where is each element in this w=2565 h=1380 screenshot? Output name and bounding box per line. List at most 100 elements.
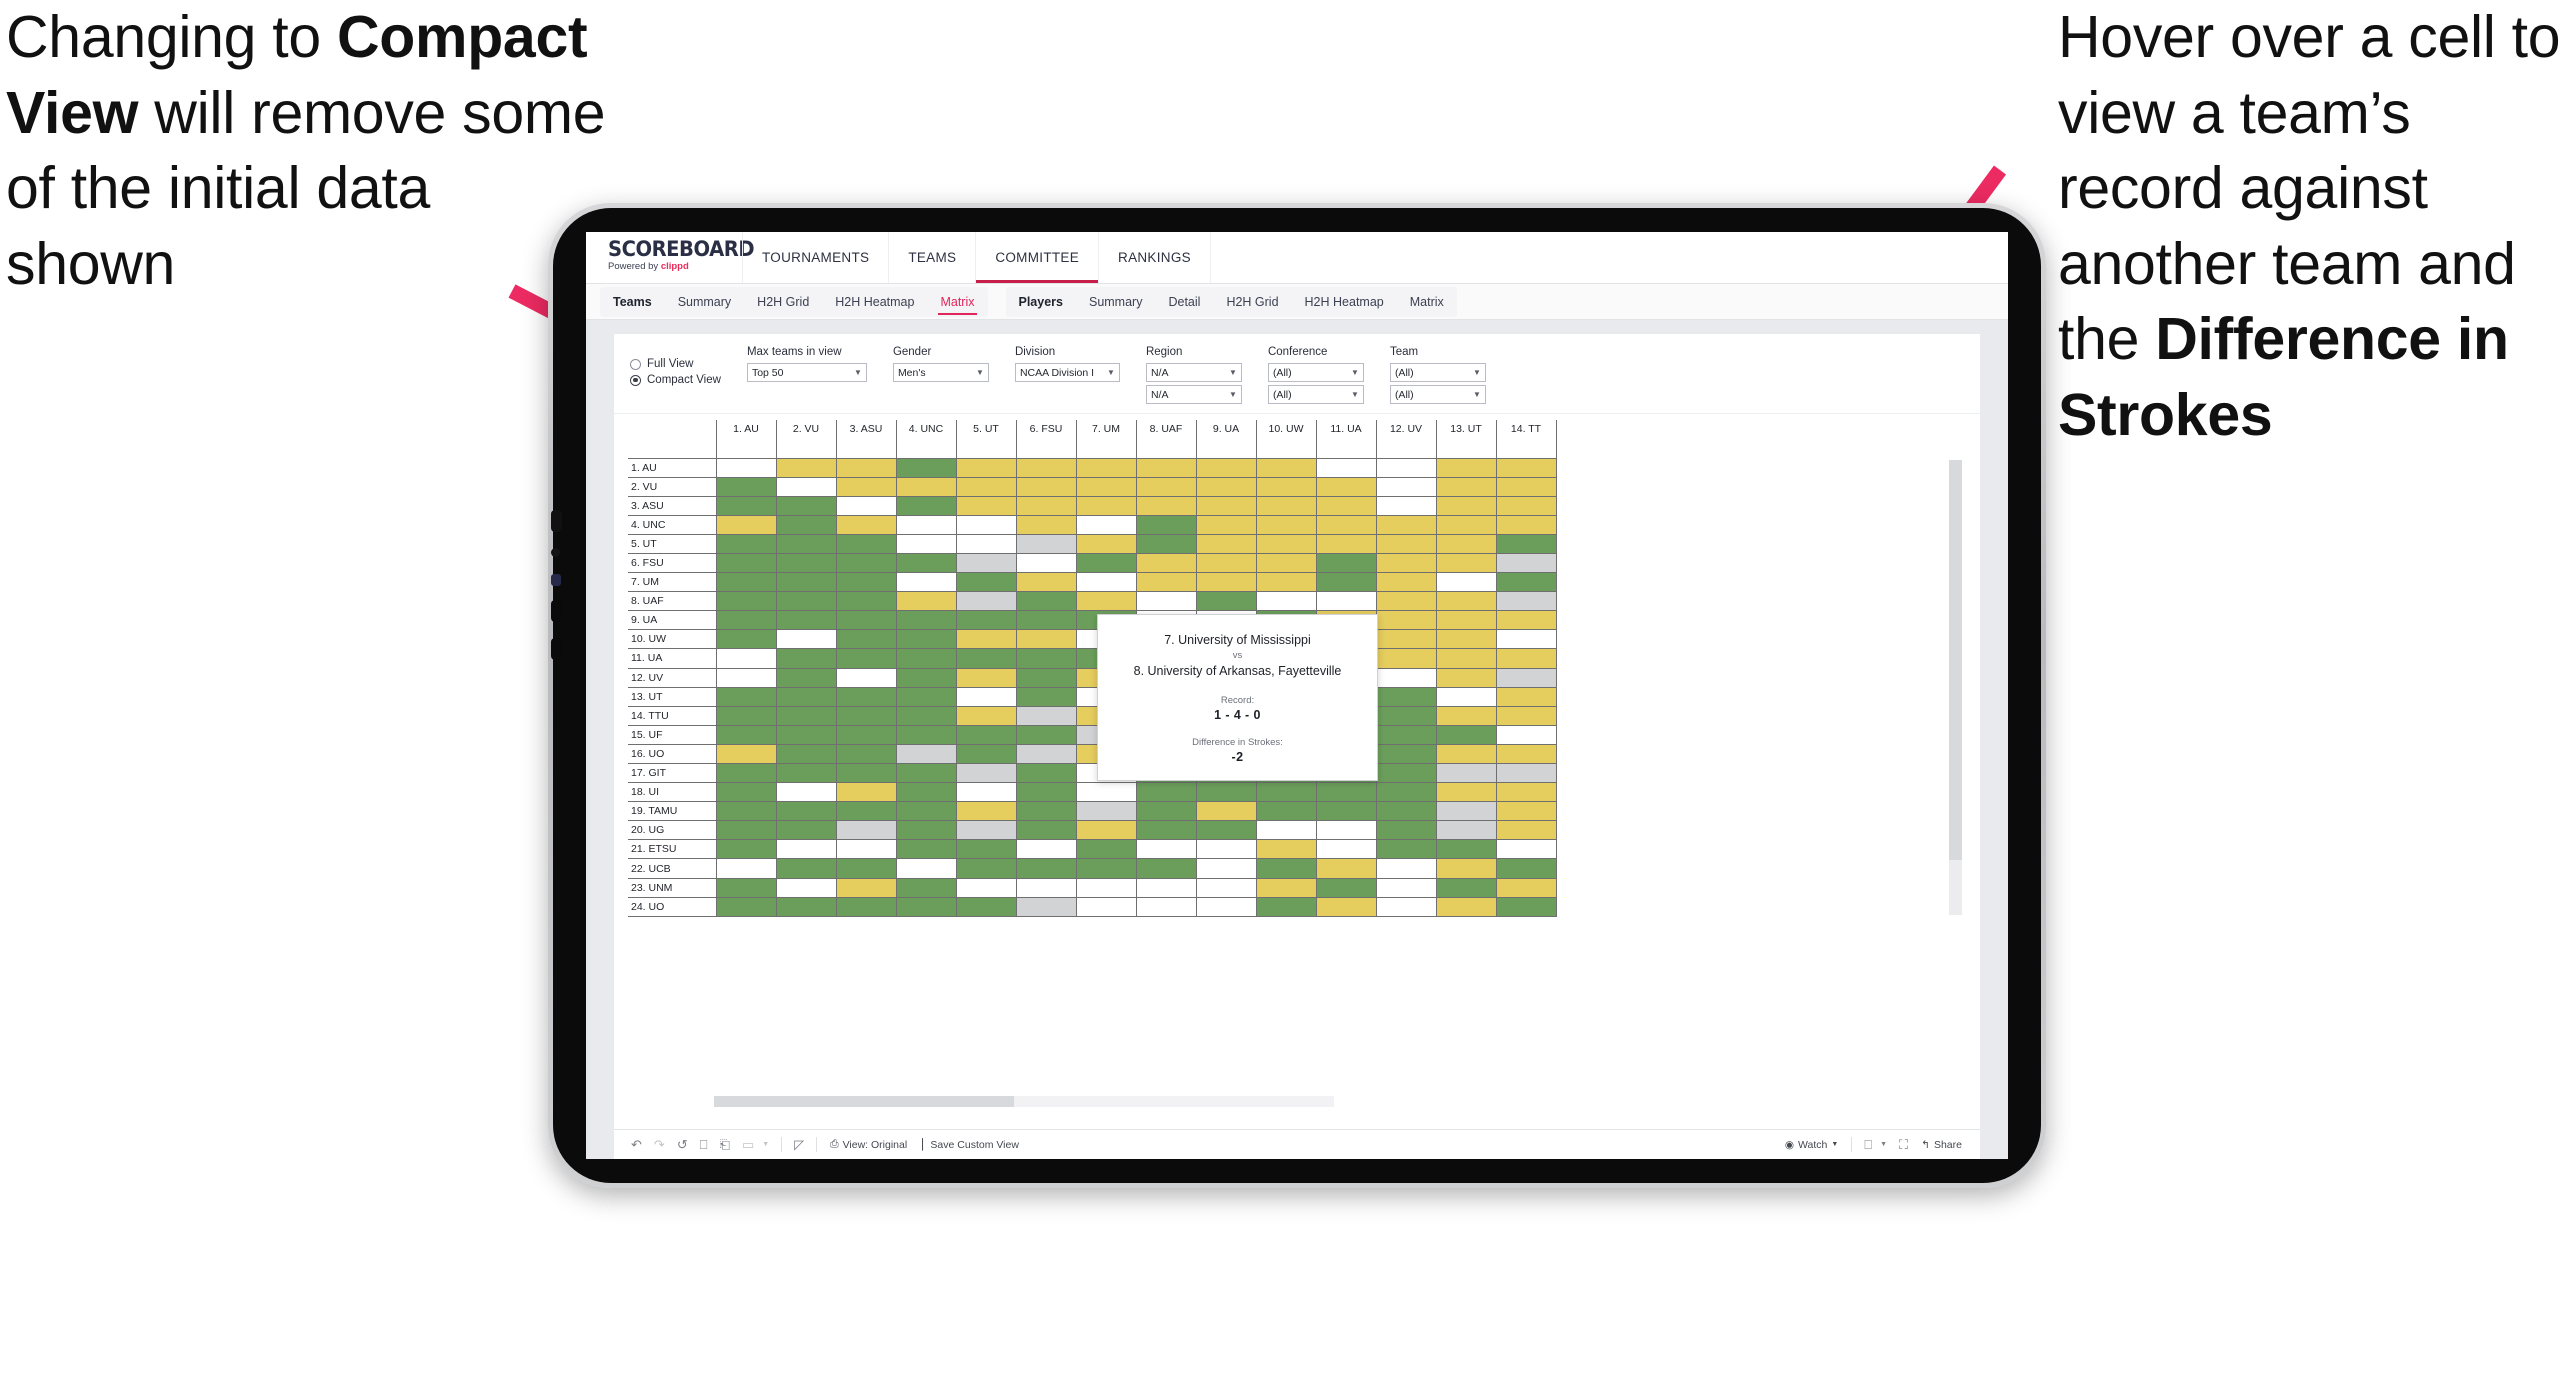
matrix-cell[interactable]	[1375, 820, 1437, 841]
matrix-cell[interactable]	[715, 820, 777, 841]
matrix-cell[interactable]	[1495, 820, 1557, 841]
matrix-cell[interactable]	[775, 629, 837, 650]
matrix-cell[interactable]	[1315, 552, 1377, 574]
matrix-cell[interactable]	[1135, 495, 1197, 516]
matrix-cell[interactable]	[1435, 514, 1497, 535]
matrix-row-header[interactable]: 11. UA	[628, 648, 717, 669]
matrix-cell[interactable]	[1375, 552, 1437, 574]
matrix-cell[interactable]	[835, 495, 897, 516]
matrix-cell[interactable]	[775, 782, 837, 803]
matrix-cell[interactable]	[715, 667, 777, 688]
matrix-cell[interactable]	[835, 457, 897, 478]
matrix-cell[interactable]	[1435, 495, 1497, 516]
matrix-cell[interactable]	[1435, 705, 1497, 726]
matrix-cell[interactable]	[955, 476, 1017, 497]
matrix-cell[interactable]	[1315, 457, 1377, 478]
matrix-cell[interactable]	[1435, 762, 1497, 784]
matrix-cell[interactable]	[775, 877, 837, 898]
matrix-cell[interactable]	[1495, 877, 1557, 898]
matrix-cell[interactable]	[1015, 648, 1077, 669]
matrix-col-header[interactable]: 8. UAF	[1135, 420, 1197, 459]
matrix-cell[interactable]	[715, 552, 777, 574]
tab-summary[interactable]: Summary	[665, 287, 744, 317]
matrix-vertical-scrollbar[interactable]	[1949, 460, 1962, 915]
matrix-cell[interactable]	[835, 877, 897, 898]
matrix-cell[interactable]	[1435, 667, 1497, 688]
matrix-cell[interactable]	[775, 686, 837, 707]
matrix-cell[interactable]	[775, 591, 837, 612]
matrix-cell[interactable]	[1015, 686, 1077, 707]
matrix-col-header[interactable]: 5. UT	[955, 420, 1017, 459]
matrix-cell[interactable]	[1435, 572, 1497, 593]
nav-item-teams[interactable]: TEAMS	[888, 232, 975, 283]
radio-compact-view[interactable]: Compact View	[630, 374, 721, 386]
matrix-cell[interactable]	[775, 743, 837, 765]
matrix-cell[interactable]	[1255, 514, 1317, 535]
matrix-cell[interactable]	[1435, 591, 1497, 612]
matrix-cell[interactable]	[895, 457, 957, 478]
matrix-row-header[interactable]: 23. UNM	[628, 877, 717, 898]
matrix-cell[interactable]	[1435, 877, 1497, 898]
matrix-cell[interactable]	[1195, 572, 1257, 593]
matrix-cell[interactable]	[1015, 591, 1077, 612]
matrix-cell[interactable]	[1075, 896, 1137, 917]
matrix-cell[interactable]	[1015, 514, 1077, 535]
matrix-cell[interactable]	[1435, 533, 1497, 554]
matrix-cell[interactable]	[1195, 514, 1257, 535]
matrix-cell[interactable]	[1255, 801, 1317, 822]
matrix-cell[interactable]	[1375, 648, 1437, 669]
matrix-col-header[interactable]: 3. ASU	[835, 420, 897, 459]
matrix-row-header[interactable]: 18. UI	[628, 782, 717, 803]
matrix-cell[interactable]	[895, 686, 957, 707]
matrix-cell[interactable]	[775, 572, 837, 593]
matrix-cell[interactable]	[715, 648, 777, 669]
matrix-cell[interactable]	[1075, 572, 1137, 593]
redo-icon[interactable]: ↷	[649, 1134, 670, 1156]
matrix-cell[interactable]	[1255, 896, 1317, 917]
matrix-cell[interactable]	[1375, 801, 1437, 822]
matrix-row-header[interactable]: 1. AU	[628, 457, 717, 478]
shape-icon[interactable]: ▭ ▼	[737, 1134, 774, 1156]
pause-icon[interactable]: ⎗	[715, 1134, 735, 1156]
matrix-cell[interactable]	[1375, 591, 1437, 612]
matrix-cell[interactable]	[835, 820, 897, 841]
matrix-cell[interactable]	[715, 839, 777, 860]
matrix-cell[interactable]	[775, 820, 837, 841]
matrix-col-header[interactable]: 6. FSU	[1015, 420, 1077, 459]
matrix-cell[interactable]	[715, 495, 777, 516]
matrix-cell[interactable]	[895, 801, 957, 822]
matrix-cell[interactable]	[895, 552, 957, 574]
matrix-cell[interactable]	[955, 782, 1017, 803]
matrix-cell[interactable]	[835, 896, 897, 917]
matrix-row-header[interactable]: 8. UAF	[628, 591, 717, 612]
revert-icon[interactable]: ↺	[672, 1134, 693, 1156]
matrix-cell[interactable]	[955, 762, 1017, 784]
matrix-cell[interactable]	[1375, 476, 1437, 497]
matrix-cell[interactable]	[1315, 896, 1377, 917]
matrix-cell[interactable]	[1015, 476, 1077, 497]
matrix-cell[interactable]	[1495, 648, 1557, 669]
matrix-cell[interactable]	[895, 572, 957, 593]
matrix-cell[interactable]	[1195, 552, 1257, 574]
matrix-cell[interactable]	[1435, 552, 1497, 574]
tab-h2h-heatmap[interactable]: H2H Heatmap	[822, 287, 927, 317]
matrix-cell[interactable]	[1315, 476, 1377, 497]
matrix-cell[interactable]	[835, 514, 897, 535]
matrix-cell[interactable]	[775, 495, 837, 516]
matrix-cell[interactable]	[1075, 858, 1137, 879]
matrix-cell[interactable]	[1075, 457, 1137, 478]
matrix-cell[interactable]	[715, 896, 777, 917]
matrix-cell[interactable]	[895, 820, 957, 841]
tab-summary[interactable]: Summary	[1076, 287, 1155, 317]
matrix-cell[interactable]	[1255, 533, 1317, 554]
matrix-cell[interactable]	[715, 476, 777, 497]
matrix-cell[interactable]	[835, 552, 897, 574]
matrix-cell[interactable]	[715, 533, 777, 554]
matrix-cell[interactable]	[955, 667, 1017, 688]
matrix-cell[interactable]	[955, 591, 1017, 612]
matrix-cell[interactable]	[1435, 724, 1497, 745]
matrix-cell[interactable]	[1195, 877, 1257, 898]
matrix-cell[interactable]	[895, 476, 957, 497]
matrix-cell[interactable]	[1375, 762, 1437, 784]
matrix-cell[interactable]	[775, 457, 837, 478]
